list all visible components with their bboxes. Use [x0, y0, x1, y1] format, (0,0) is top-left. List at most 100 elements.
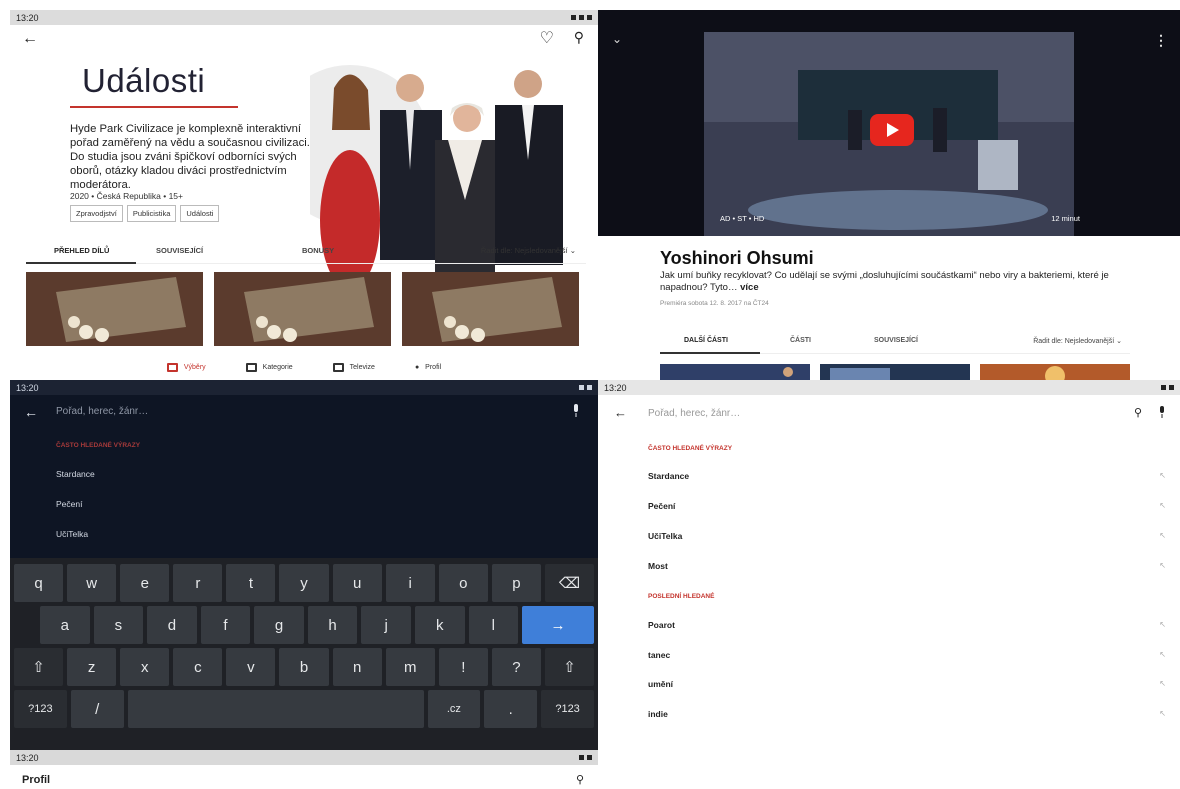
fill-arrow-icon[interactable]: ↖ [1159, 561, 1166, 570]
recent-item[interactable]: umění [648, 679, 673, 689]
search-screen-light: 13:20 ← Pořad, herec, žánr… ⚲ ČASTO HLED… [598, 380, 1180, 789]
episode-thumbnail[interactable] [402, 272, 579, 346]
recent-item[interactable]: indie [648, 709, 668, 719]
sort-dropdown[interactable]: Řadit dle: Nejsledovanější ⌄ [481, 246, 576, 255]
key[interactable]: w [67, 564, 117, 602]
suggestion-item[interactable]: Pečení [648, 501, 675, 511]
key[interactable]: b [279, 648, 329, 686]
search-icon[interactable]: ⚲ [1134, 406, 1142, 419]
key[interactable]: r [173, 564, 223, 602]
tab-episodes[interactable]: PŘEHLED DÍLŮ [54, 246, 109, 255]
microphone-icon[interactable] [572, 404, 580, 418]
key[interactable]: v [226, 648, 276, 686]
shift-key[interactable]: ⇧ [544, 648, 595, 686]
collapse-chevron-icon[interactable]: ⌄ [612, 32, 622, 46]
search-icon[interactable]: ⚲ [576, 773, 584, 786]
symbols-key[interactable]: ?123 [14, 690, 67, 728]
part-thumbnail[interactable] [660, 364, 810, 380]
key[interactable]: j [361, 606, 411, 644]
back-arrow-icon[interactable]: ← [22, 30, 38, 48]
key[interactable]: t [226, 564, 276, 602]
suggestion-item[interactable]: Stardance [56, 469, 95, 479]
part-thumbnail[interactable] [980, 364, 1130, 380]
key[interactable]: q [14, 564, 64, 602]
domain-key[interactable]: .cz [427, 690, 481, 728]
episode-thumbnail[interactable] [214, 272, 391, 346]
recent-item[interactable]: Poarot [648, 620, 675, 630]
suggestion-item[interactable]: Stardance [648, 471, 689, 481]
search-icon[interactable]: ⚲ [574, 29, 584, 46]
categories-icon [245, 362, 257, 372]
key[interactable]: n [332, 648, 382, 686]
status-icons [571, 15, 592, 20]
key[interactable]: h [307, 606, 358, 644]
fill-arrow-icon[interactable]: ↖ [1159, 471, 1166, 480]
space-key[interactable] [127, 690, 424, 728]
search-input[interactable]: Pořad, herec, žánr… [648, 408, 740, 419]
episode-thumbnail[interactable] [26, 272, 203, 346]
symbols-key[interactable]: ?123 [541, 690, 594, 728]
fill-arrow-icon[interactable]: ↖ [1159, 501, 1166, 510]
profile-screen: 13:20 Profil ⚲ [10, 750, 598, 789]
key[interactable]: p [491, 564, 541, 602]
key[interactable]: g [254, 606, 304, 644]
key[interactable]: i [385, 564, 435, 602]
suggestion-item[interactable]: UčiTelka [56, 529, 88, 539]
fill-arrow-icon[interactable]: ↖ [1159, 650, 1166, 659]
key[interactable]: z [67, 648, 117, 686]
back-arrow-icon[interactable]: ← [24, 404, 38, 420]
status-time: 13:20 [604, 382, 627, 393]
key[interactable]: o [438, 564, 488, 602]
key[interactable]: y [279, 564, 329, 602]
part-thumbnail[interactable] [820, 364, 970, 380]
more-options-icon[interactable]: ⋮ [1154, 32, 1168, 49]
key[interactable]: s [93, 606, 144, 644]
back-arrow-icon[interactable]: ← [614, 405, 627, 420]
tab-related[interactable]: SOUVISEJÍCÍ [156, 246, 203, 255]
key[interactable]: ! [438, 648, 488, 686]
fill-arrow-icon[interactable]: ↖ [1159, 620, 1166, 629]
nav-item-categories[interactable]: Kategorie [245, 362, 293, 372]
sort-dropdown[interactable]: Řadit dle: Nejsledovanější ⌄ [1033, 337, 1122, 345]
key[interactable]: m [385, 648, 435, 686]
nav-label: Kategorie [262, 363, 293, 371]
tab-next-parts[interactable]: DALŠÍ ČÁSTI [684, 337, 728, 344]
nav-item-tv[interactable]: Televize [332, 362, 375, 372]
search-input[interactable]: Pořad, herec, žánr… [56, 406, 148, 417]
key[interactable]: / [70, 690, 124, 728]
tab-parts[interactable]: ČÁSTI [790, 337, 811, 344]
more-link[interactable]: více [740, 282, 759, 293]
fill-arrow-icon[interactable]: ↖ [1159, 709, 1166, 718]
nav-item-highlights[interactable]: Výběry [166, 362, 206, 372]
key[interactable]: e [120, 564, 170, 602]
shift-key[interactable]: ⇧ [14, 648, 64, 686]
suggestion-item[interactable]: Pečení [56, 499, 82, 509]
key[interactable]: x [120, 648, 170, 686]
tag-chip[interactable]: Publicistika [126, 205, 177, 222]
enter-key[interactable]: → [522, 606, 594, 644]
key[interactable]: c [173, 648, 223, 686]
nav-item-profile[interactable]: ● Profil [415, 364, 441, 371]
microphone-icon[interactable] [1158, 406, 1166, 419]
key[interactable]: f [200, 606, 251, 644]
tab-bonuses[interactable]: BONUSY [302, 246, 334, 255]
suggestion-item[interactable]: Most [648, 561, 668, 571]
key[interactable]: ? [491, 648, 541, 686]
key[interactable]: u [332, 564, 382, 602]
play-button[interactable] [870, 114, 914, 146]
tab-related[interactable]: SOUVISEJÍCÍ [874, 337, 918, 344]
recent-item[interactable]: tanec [648, 650, 670, 660]
key[interactable]: l [468, 606, 519, 644]
fill-arrow-icon[interactable]: ↖ [1159, 679, 1166, 688]
suggestion-item[interactable]: UčiTelka [648, 531, 682, 541]
key[interactable]: . [484, 690, 538, 728]
key[interactable]: d [147, 606, 197, 644]
backspace-key[interactable]: ⌫ [544, 564, 595, 602]
key[interactable]: k [414, 606, 465, 644]
tag-chip[interactable]: Události [180, 205, 220, 222]
tag-chip[interactable]: Zpravodjství [70, 205, 123, 222]
keyboard-row: q w e r t y u i o p ⌫ [14, 564, 595, 602]
key[interactable]: a [40, 606, 90, 644]
favorite-heart-icon[interactable]: ♡ [540, 28, 554, 48]
fill-arrow-icon[interactable]: ↖ [1159, 531, 1166, 540]
